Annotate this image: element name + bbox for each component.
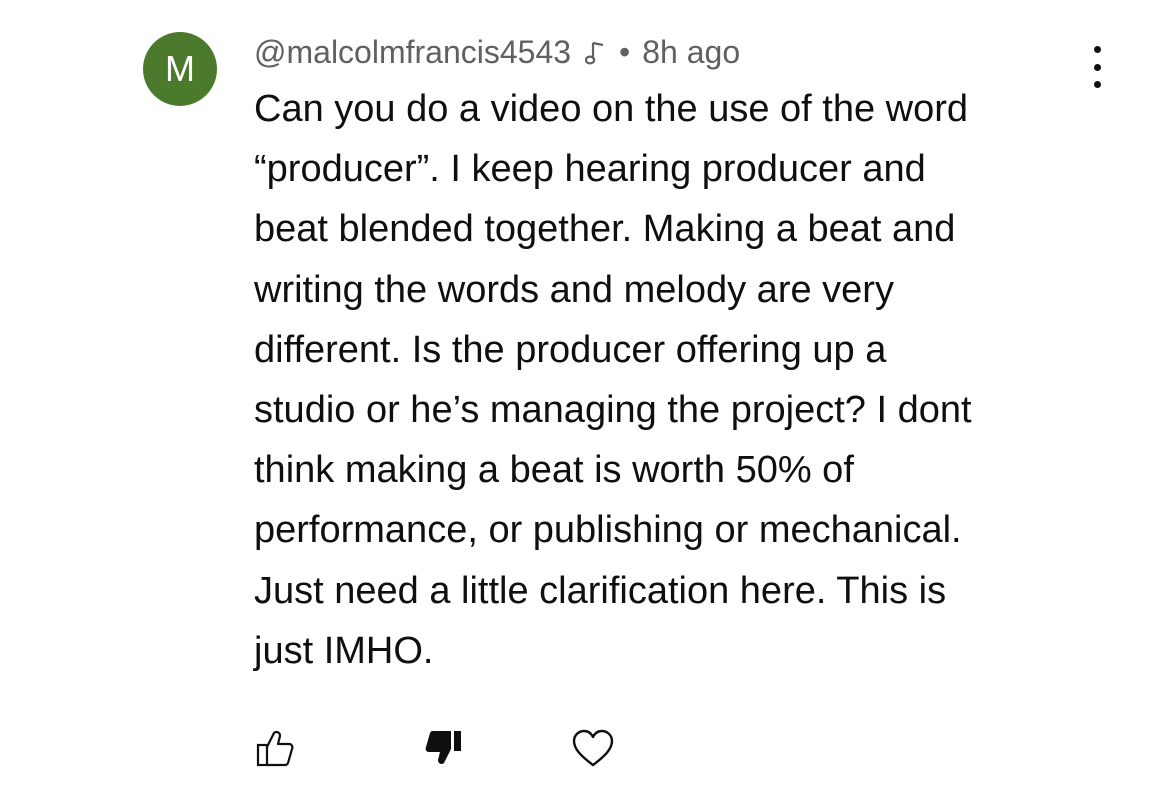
heart-icon	[572, 729, 614, 767]
avatar[interactable]: M	[143, 32, 217, 106]
meta-separator: •	[619, 33, 631, 70]
kebab-dot	[1093, 46, 1101, 53]
comment-header: @malcolmfrancis4543 • 8h ago	[254, 30, 740, 74]
comment-line: studio or he’s managing the project? I d…	[254, 389, 972, 432]
comment-line: performance, or publishing or mechanical…	[254, 509, 962, 552]
heart-button[interactable]	[570, 725, 616, 771]
thumbs-down-filled-icon	[425, 731, 461, 764]
thumbs-up-icon	[256, 730, 294, 767]
author-handle[interactable]: @malcolmfrancis4543	[254, 34, 571, 71]
dislike-button[interactable]	[420, 725, 466, 771]
comment-text: Can you do a video on the use of the wor…	[254, 79, 1134, 681]
comment-line: writing the words and melody are very	[254, 268, 894, 311]
comment-timestamp[interactable]: 8h ago	[642, 34, 740, 71]
comment-line: think making a beat is worth 50% of	[254, 449, 854, 492]
kebab-dot	[1093, 63, 1101, 71]
avatar-letter: M	[165, 48, 195, 89]
comment-line: beat blended together. Making a beat and	[254, 208, 956, 251]
comment-line: Can you do a video on the use of the wor…	[254, 88, 969, 130]
music-note-icon	[585, 38, 607, 66]
comment-line: different. Is the producer offering up a	[254, 328, 887, 371]
comment-line: just IMHO.	[254, 629, 434, 672]
like-button[interactable]	[252, 725, 298, 771]
comment-line: “producer”. I keep hearing producer and	[254, 148, 926, 191]
comment-thread: M @malcolmfrancis4543 • 8h ago Can you d…	[0, 0, 1170, 787]
comment-line: Just need a little clarification here. T…	[254, 569, 947, 612]
